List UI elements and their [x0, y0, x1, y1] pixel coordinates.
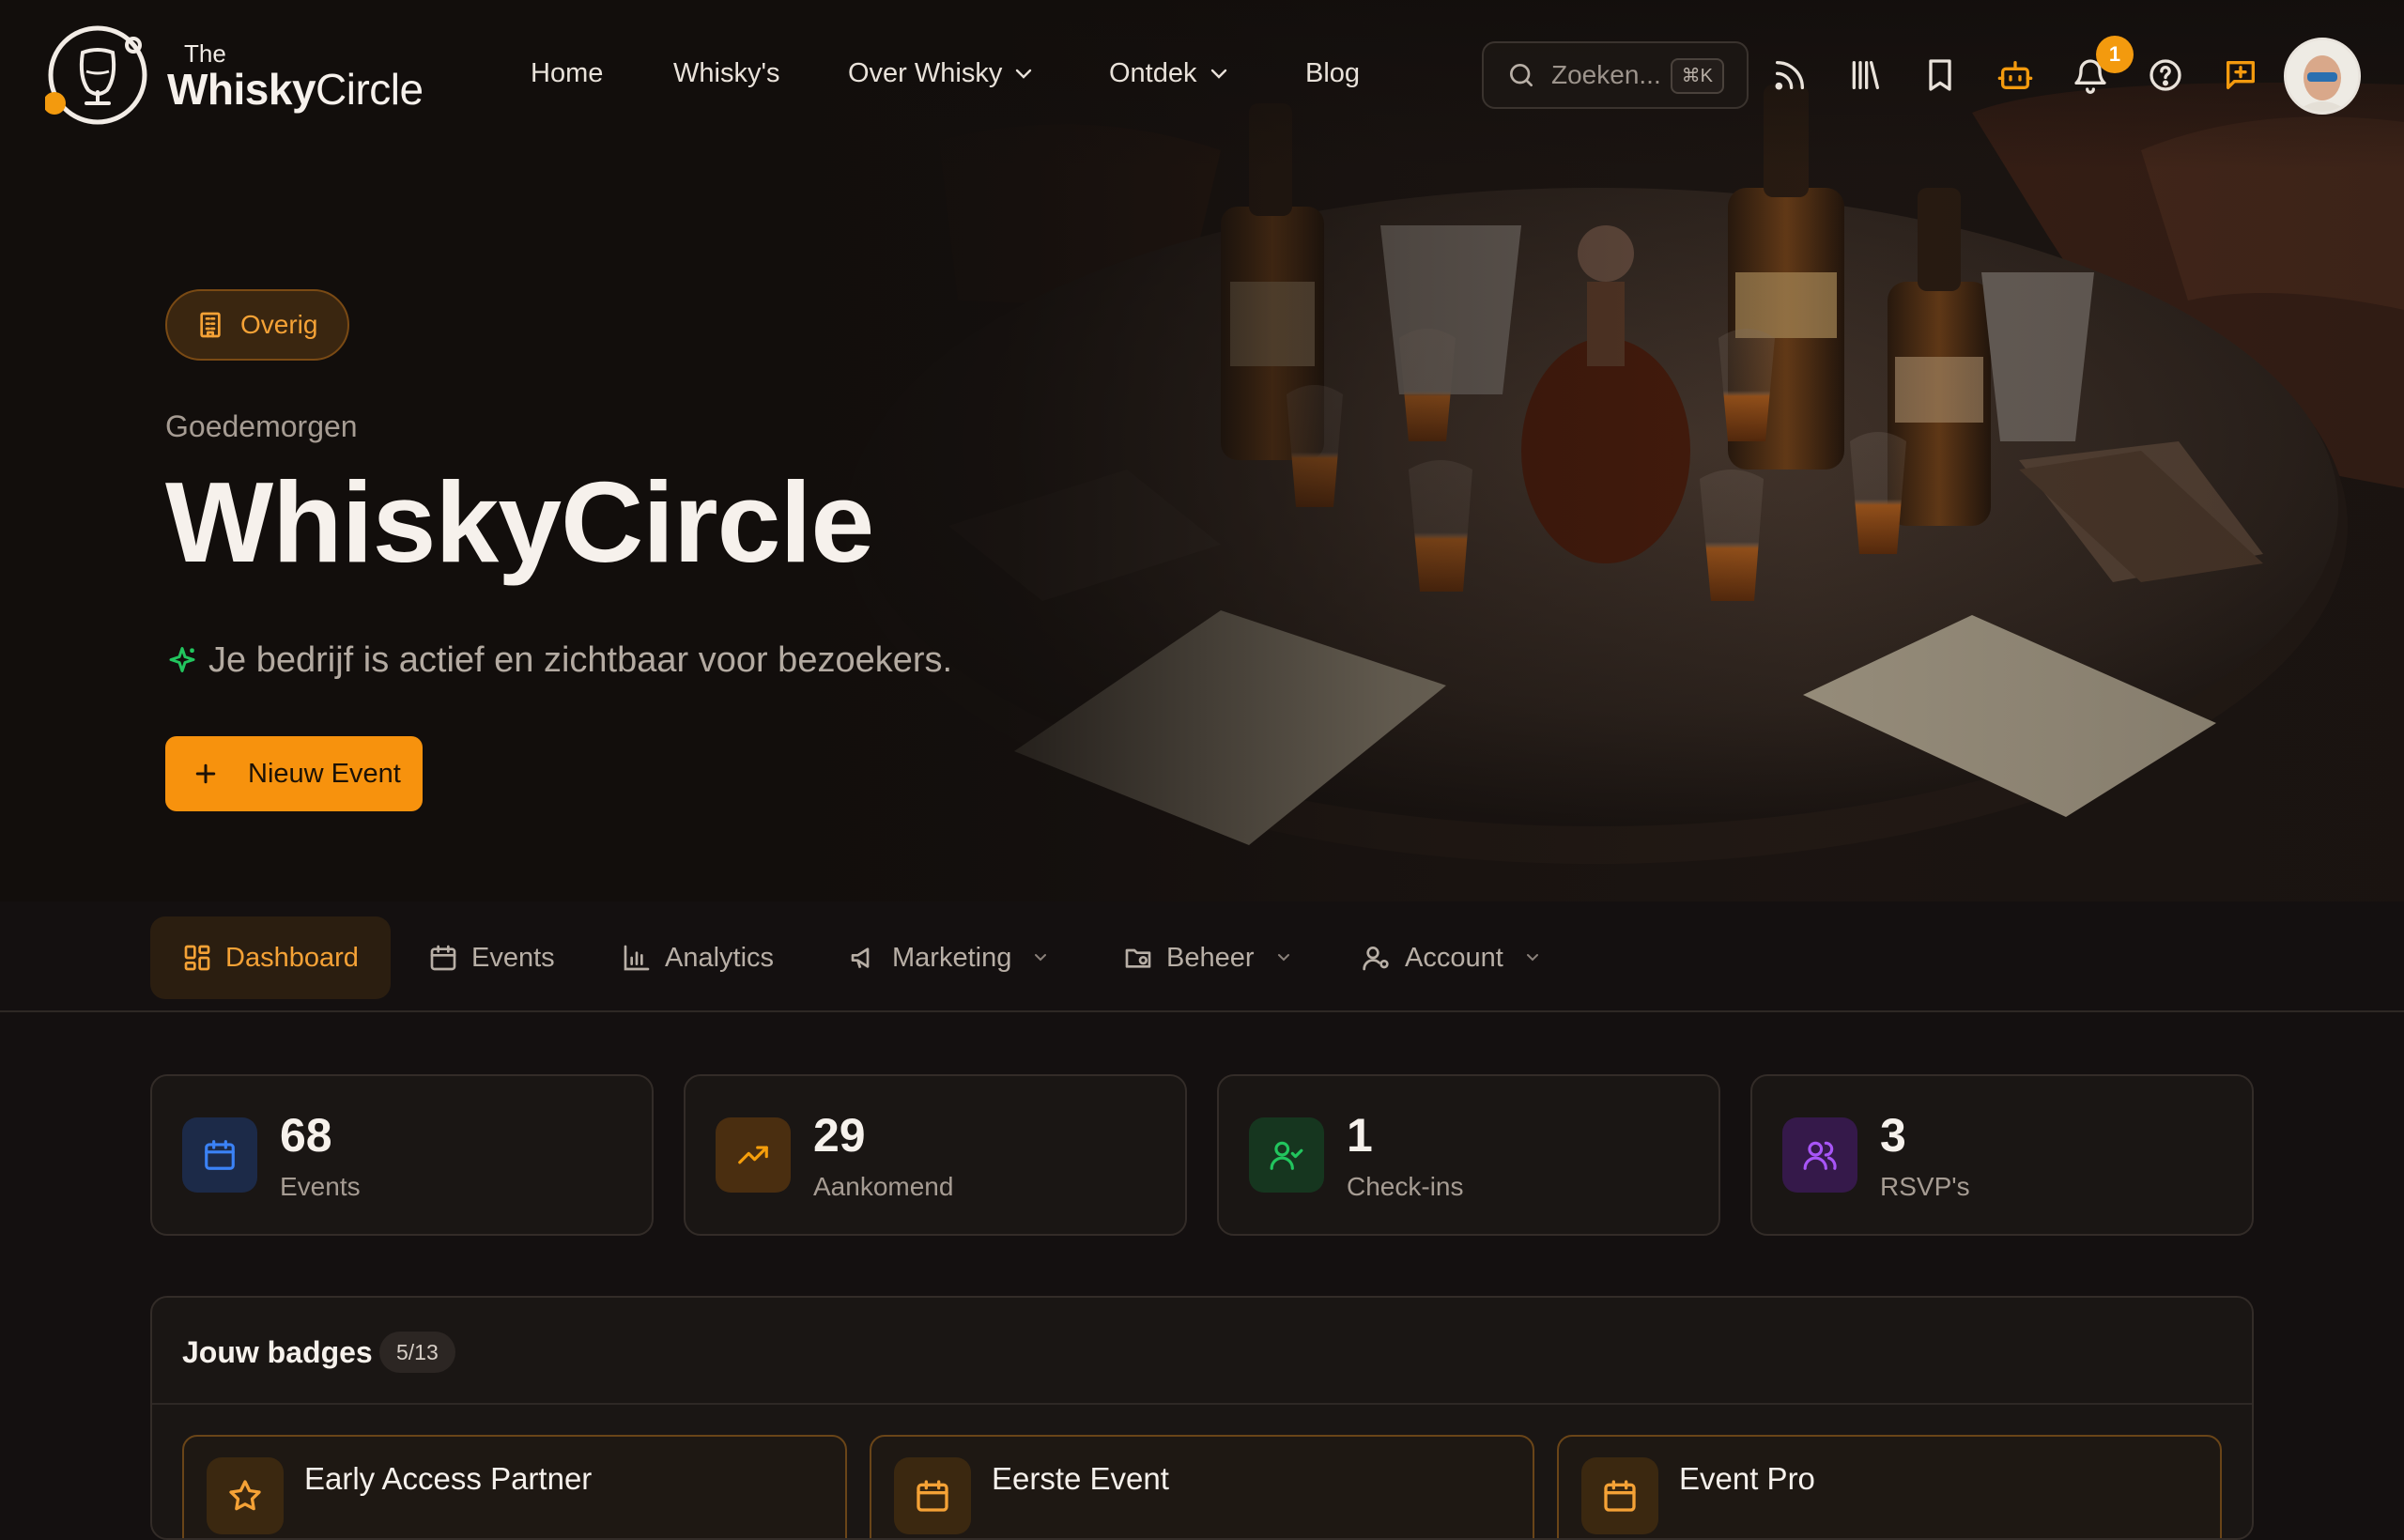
stat-label: Aankomend: [813, 1172, 954, 1201]
stat-value: 1: [1347, 1109, 1373, 1162]
whisky-glass-logo-icon: [45, 25, 147, 125]
nav-whiskys[interactable]: Whisky's: [673, 58, 779, 89]
stat-icon-box: [716, 1117, 791, 1193]
calendar-icon: [1604, 1480, 1636, 1512]
chevron-down-icon: [1210, 69, 1226, 79]
badge-card[interactable]: Early Access Partner: [182, 1435, 847, 1538]
user-check-icon: [1270, 1141, 1303, 1170]
badge-card[interactable]: Eerste Event: [870, 1435, 1534, 1538]
stat-value: 68: [280, 1109, 332, 1162]
stat-card-events[interactable]: 68 Events: [150, 1074, 654, 1236]
bar-chart-icon: [624, 945, 650, 971]
star-icon: [229, 1480, 261, 1511]
user-settings-icon: [1363, 947, 1389, 971]
users-icon: [1803, 1141, 1837, 1170]
user-avatar[interactable]: [2284, 38, 2361, 115]
nav-over-whisky[interactable]: Over Whisky: [848, 58, 1032, 89]
stat-icon-box: [1782, 1117, 1857, 1193]
logo-wordmark: WhiskyCircle: [167, 65, 424, 114]
tab-beheer[interactable]: Beheer: [1091, 916, 1322, 999]
new-event-button[interactable]: Nieuw Event: [165, 736, 423, 811]
rss-icon[interactable]: [1771, 56, 1809, 94]
badge-name: Eerste Event: [992, 1461, 1169, 1496]
trending-up-icon: [738, 1146, 768, 1164]
greeting-text: Goedemorgen: [165, 409, 358, 443]
stat-icon-box: [182, 1117, 257, 1193]
search-shortcut-hint: ⌘K: [1670, 58, 1724, 94]
page-title: WhiskyCircle: [165, 458, 874, 586]
badge-icon-box: [207, 1457, 284, 1534]
tab-dashboard[interactable]: Dashboard: [150, 916, 391, 999]
badge-card[interactable]: Event Pro: [1557, 1435, 2222, 1538]
category-badge[interactable]: Overig: [165, 289, 350, 361]
stat-card-rsvps[interactable]: 3 RSVP's: [1750, 1074, 2254, 1236]
dashboard-icon: [184, 945, 210, 971]
building-icon: [200, 312, 221, 338]
stat-label: Events: [280, 1172, 361, 1201]
calendar-icon: [917, 1480, 948, 1512]
stat-label: Check-ins: [1347, 1172, 1464, 1201]
message-plus-icon[interactable]: [2222, 56, 2259, 94]
sparkle-icon: [169, 646, 195, 672]
chevron-down-icon: [1016, 69, 1032, 79]
badge-name: Early Access Partner: [304, 1461, 593, 1496]
stat-value: 3: [1880, 1109, 1906, 1162]
tab-analytics[interactable]: Analytics: [590, 916, 806, 999]
stat-icon-box: [1249, 1117, 1324, 1193]
chevron-down-icon: [1277, 954, 1289, 962]
badge-name: Event Pro: [1679, 1461, 1815, 1496]
badge-icon-box: [894, 1457, 971, 1534]
tab-account[interactable]: Account: [1330, 916, 1571, 999]
library-icon[interactable]: [1846, 56, 1884, 94]
calendar-icon: [205, 1140, 235, 1170]
tab-marketing[interactable]: Marketing: [817, 916, 1079, 999]
megaphone-icon: [851, 947, 870, 969]
bot-icon[interactable]: [1996, 56, 2034, 94]
badges-title: Jouw badges: [182, 1335, 373, 1369]
section-tabs: Dashboard Events Analytics Marketing Beh…: [0, 901, 2404, 1012]
status-text: Je bedrijf is actief en zichtbaar voor b…: [208, 640, 953, 680]
search-icon: [1510, 64, 1533, 86]
category-label: Overig: [240, 310, 318, 339]
badges-panel: Jouw badges 5/13 Early Access Partner Ee…: [150, 1296, 2254, 1540]
badge-icon-box: [1581, 1457, 1658, 1534]
notification-count-badge: 1: [2096, 36, 2134, 73]
top-navigation: The WhiskyCircle Home Whisky's Over Whis…: [0, 0, 2404, 150]
tab-events[interactable]: Events: [396, 916, 587, 999]
calendar-icon: [430, 945, 456, 971]
stat-label: RSVP's: [1880, 1172, 1970, 1201]
stat-card-aankomend[interactable]: 29 Aankomend: [684, 1074, 1187, 1236]
chevron-down-icon: [1526, 954, 1538, 962]
nav-ontdek[interactable]: Ontdek: [1109, 58, 1227, 89]
nav-blog[interactable]: Blog: [1305, 58, 1360, 89]
avatar-icon: [2287, 40, 2358, 112]
search-box[interactable]: ⌘K: [1482, 41, 1749, 109]
badges-header: Jouw badges 5/13: [152, 1298, 2252, 1405]
search-input[interactable]: [1551, 60, 1673, 90]
help-icon[interactable]: [2147, 56, 2184, 94]
plus-icon: [195, 763, 216, 784]
nav-home[interactable]: Home: [531, 58, 603, 89]
new-event-label: Nieuw Event: [248, 758, 401, 789]
brand-logo[interactable]: The WhiskyCircle: [45, 24, 424, 128]
badges-count-pill: 5/13: [379, 1332, 455, 1373]
bookmark-icon[interactable]: [1921, 56, 1959, 94]
stat-value: 29: [813, 1109, 866, 1162]
folder-settings-icon: [1125, 948, 1151, 968]
chevron-down-icon: [1035, 954, 1047, 962]
status-message: Je bedrijf is actief en zichtbaar voor b…: [165, 640, 952, 681]
stat-card-check-ins[interactable]: 1 Check-ins: [1217, 1074, 1720, 1236]
